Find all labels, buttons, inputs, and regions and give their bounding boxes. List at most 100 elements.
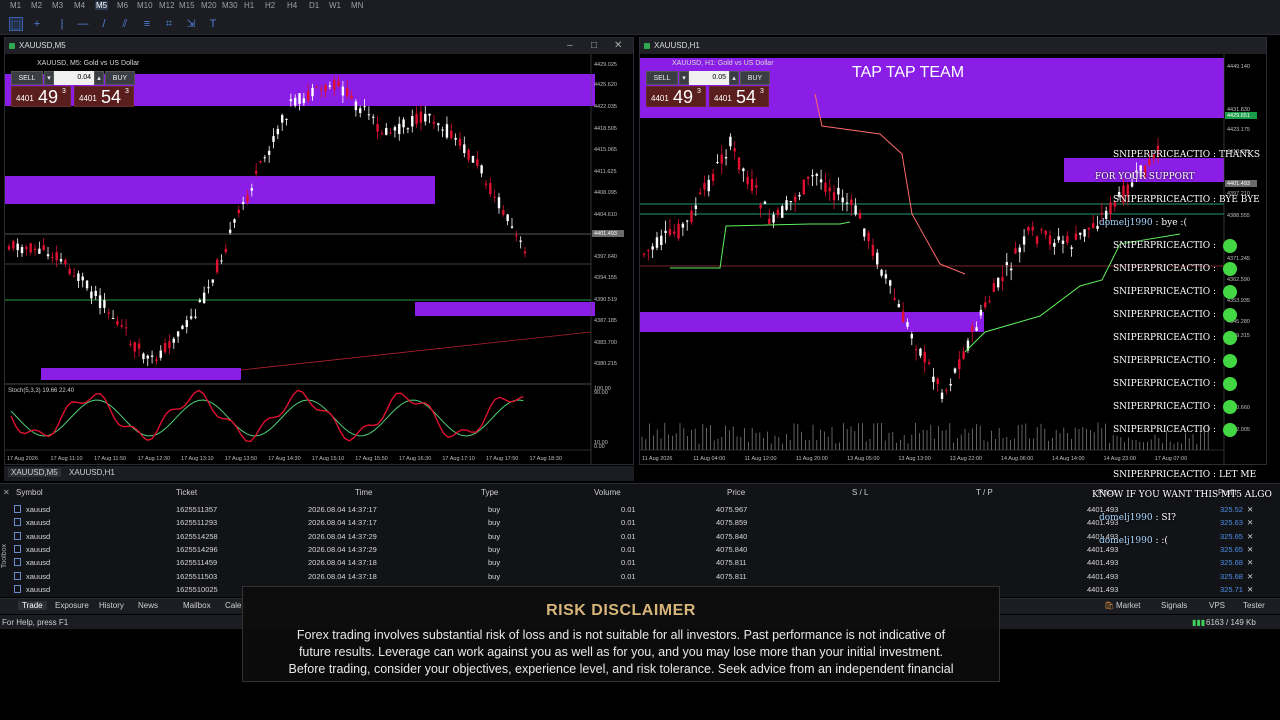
- tab-exposure[interactable]: Exposure: [55, 601, 89, 610]
- sell-button[interactable]: SELL: [11, 71, 43, 85]
- table-cell: 2026.08.04 14:37:17: [308, 505, 377, 514]
- maximize-icon[interactable]: □: [591, 38, 597, 54]
- chat-text: :: [1213, 310, 1217, 320]
- vertical-line-tool-icon[interactable]: |: [55, 17, 69, 31]
- minimize-icon[interactable]: –: [567, 38, 573, 54]
- column-volume[interactable]: Volume: [594, 488, 621, 497]
- close-position-icon[interactable]: ✕: [1247, 532, 1253, 541]
- tab-news[interactable]: News: [138, 601, 158, 610]
- tab-market[interactable]: Market: [1116, 601, 1140, 610]
- candle-body: [476, 159, 479, 166]
- timeframe-m5[interactable]: M5: [95, 1, 109, 10]
- candle-body: [863, 228, 866, 237]
- tab-trade[interactable]: Trade: [18, 601, 47, 610]
- arrows-tool-icon[interactable]: ⇲: [184, 17, 198, 31]
- table-cell: 1625510025: [176, 584, 218, 594]
- candle-body: [763, 201, 767, 204]
- table-row[interactable]: xauusd 1625514258 2026.08.04 14:37:29 buy 0.…: [14, 530, 1264, 543]
- column-ticket[interactable]: Ticket: [176, 488, 197, 497]
- timeframe-w1[interactable]: W1: [329, 1, 341, 10]
- tab-xauusd-m5[interactable]: XAUUSD,M5: [8, 468, 61, 477]
- table-row[interactable]: xauusd 1625511459 2026.08.04 14:37:18 buy 0.…: [14, 556, 1264, 569]
- table-cell: 4075.859: [716, 518, 748, 528]
- horizontal-line-tool-icon[interactable]: —: [76, 17, 90, 31]
- close-position-icon[interactable]: ✕: [1247, 585, 1253, 594]
- lot-input[interactable]: 0.04: [54, 71, 94, 85]
- column-stop-loss[interactable]: S / L: [852, 488, 868, 497]
- chart-window-h1[interactable]: XAUUSD,H1 4449.140 4431.830 4429.651 4423.1…: [639, 37, 1267, 465]
- tab-signals[interactable]: Signals: [1161, 601, 1187, 610]
- column-price[interactable]: Price: [727, 488, 745, 497]
- text-tool-icon[interactable]: T: [206, 17, 220, 31]
- tab-mailbox[interactable]: Mailbox: [183, 601, 211, 610]
- timeframe-d1[interactable]: D1: [309, 1, 319, 10]
- tab-vps[interactable]: VPS: [1209, 601, 1225, 610]
- lot-decrease-button[interactable]: ▾: [679, 71, 689, 85]
- timeframe-m30[interactable]: M30: [222, 1, 238, 10]
- buy-button[interactable]: BUY: [740, 71, 770, 85]
- lot-increase-button[interactable]: ▴: [729, 71, 739, 85]
- bid-price[interactable]: 4401 49 3: [11, 86, 71, 107]
- table-cell: buy: [488, 544, 501, 554]
- timeframe-h4[interactable]: H4: [287, 1, 297, 10]
- candle-body: [1057, 236, 1060, 241]
- timeframe-m20[interactable]: M20: [201, 1, 217, 10]
- candle-body: [380, 133, 384, 135]
- chart-window-m5[interactable]: XAUUSD,M5 – □ ✕ Stoch(5,3,3) 19.66 22.40…: [4, 37, 634, 465]
- timeframe-m10[interactable]: M10: [137, 1, 153, 10]
- close-position-icon[interactable]: ✕: [1247, 545, 1253, 554]
- column-type[interactable]: Type: [481, 488, 498, 497]
- lot-increase-button[interactable]: ▴: [94, 71, 104, 85]
- timeframe-mn[interactable]: MN: [351, 1, 363, 10]
- column-take-profit[interactable]: T / P: [976, 488, 993, 497]
- candle-body: [94, 290, 97, 297]
- candle-body: [1130, 182, 1134, 187]
- timeframe-m12[interactable]: M12: [159, 1, 175, 10]
- close-toolbox-icon[interactable]: ✕: [3, 488, 10, 497]
- close-icon[interactable]: ✕: [614, 38, 622, 54]
- table-row[interactable]: xauusd 1625511293 2026.08.04 14:37:17 buy 0.…: [14, 516, 1264, 529]
- column-time[interactable]: Time: [355, 488, 372, 497]
- close-position-icon[interactable]: ✕: [1247, 558, 1253, 567]
- close-position-icon[interactable]: ✕: [1247, 505, 1253, 514]
- trendline-tool-icon[interactable]: /: [97, 17, 111, 31]
- sell-button[interactable]: SELL: [646, 71, 678, 85]
- tab-tester[interactable]: Tester: [1243, 601, 1265, 610]
- crosshair-tool-icon[interactable]: +: [30, 17, 44, 31]
- bid-price[interactable]: 4401 49 3: [646, 86, 706, 107]
- timeframe-m2[interactable]: M2: [31, 1, 42, 10]
- close-position-icon[interactable]: ✕: [1247, 518, 1253, 527]
- tab-history[interactable]: History: [99, 601, 124, 610]
- risk-disclaimer-overlay: RISK DISCLAIMER Forex trading involves s…: [242, 586, 1000, 682]
- shapes-tool-icon[interactable]: ⌗: [162, 17, 176, 31]
- price-chart-m5[interactable]: Stoch(5,3,3) 19.66 22.40 4429.025 4425.620…: [5, 54, 634, 465]
- ask-price[interactable]: 4401 54 3: [74, 86, 134, 107]
- candle-body: [1066, 235, 1069, 243]
- lot-input[interactable]: 0.05: [689, 71, 729, 85]
- timeframe-m4[interactable]: M4: [74, 1, 85, 10]
- chat-message: SNIPERPRICEACTIO :: [1113, 402, 1216, 412]
- column-symbol[interactable]: Symbol: [16, 488, 43, 497]
- chat-text: :: [1213, 379, 1217, 389]
- timeframe-m3[interactable]: M3: [52, 1, 63, 10]
- timeframe-m6[interactable]: M6: [117, 1, 128, 10]
- timeframe-h1[interactable]: H1: [244, 1, 254, 10]
- candle-body: [871, 244, 875, 256]
- timeframe-h2[interactable]: H2: [265, 1, 275, 10]
- buy-button[interactable]: BUY: [105, 71, 135, 85]
- candle-body: [129, 344, 132, 346]
- ask-price[interactable]: 4401 54 3: [709, 86, 769, 107]
- table-row[interactable]: xauusd 1625514296 2026.08.04 14:37:29 buy 0.…: [14, 543, 1264, 556]
- table-row[interactable]: xauusd 1625511503 2026.08.04 14:37:18 buy 0.…: [14, 570, 1264, 583]
- chat-message: SNIPERPRICEACTIO :: [1113, 356, 1216, 366]
- channel-tool-icon[interactable]: ⫽: [118, 17, 132, 31]
- close-position-icon[interactable]: ✕: [1247, 572, 1253, 581]
- lot-decrease-button[interactable]: ▾: [44, 71, 54, 85]
- tab-xauusd-h1[interactable]: XAUUSD,H1: [66, 468, 118, 477]
- candle-body: [698, 192, 702, 195]
- fibonacci-tool-icon[interactable]: ≡: [140, 17, 154, 31]
- table-row[interactable]: xauusd 1625511357 2026.08.04 14:37:17 buy 0.…: [14, 503, 1264, 516]
- timeframe-m1[interactable]: M1: [10, 1, 21, 10]
- cursor-tool-icon[interactable]: ⬚: [9, 17, 23, 31]
- timeframe-m15[interactable]: M15: [179, 1, 195, 10]
